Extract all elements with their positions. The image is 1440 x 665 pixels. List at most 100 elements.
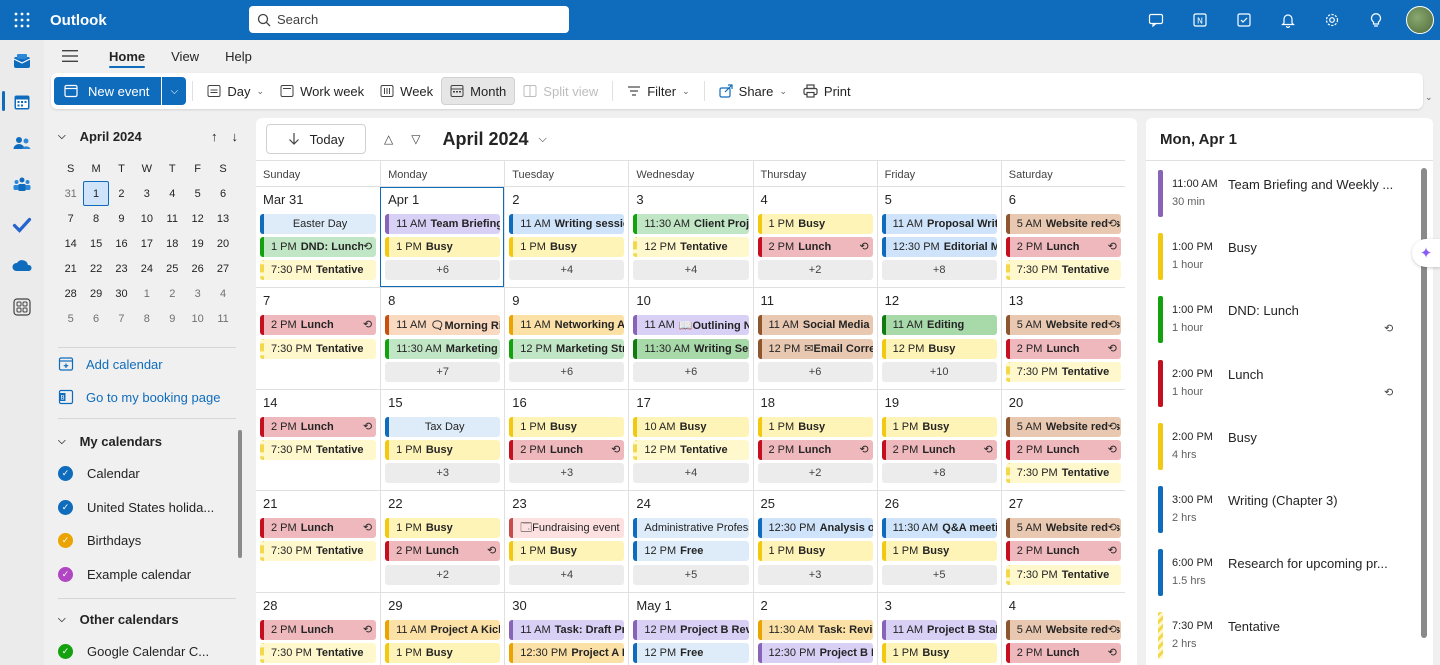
calendar-event[interactable]: 1 PM Busy xyxy=(757,416,873,437)
calendar-event[interactable]: 12:30 PMEditorial Meeting xyxy=(881,237,997,258)
more-events-button[interactable]: +5 xyxy=(633,564,749,585)
day-cell[interactable]: Mar 31 Easter Day 1 PM DND: Lunch ⟲ 7:30 PM Te… xyxy=(256,187,380,287)
mini-calendar-day[interactable]: 16 xyxy=(109,231,134,256)
calendar-event[interactable]: 1 PM DND: Lunch ⟲ xyxy=(260,237,377,258)
calendar-event[interactable]: Easter Day xyxy=(260,214,377,234)
day-cell[interactable]: 72 PM Lunch ⟲ 7:30 PM Tentative xyxy=(256,288,380,388)
checkbox-checked-icon[interactable]: ✓ xyxy=(58,566,73,582)
day-cell[interactable]: 12 11 AM Editing 12 PM Busy +10 xyxy=(876,288,1001,389)
other-calendars-header[interactable]: ⌵ Other calendars xyxy=(58,612,179,627)
calendar-event[interactable]: 🗔Fundraising event xyxy=(509,518,625,539)
calendar-event[interactable]: 1 PM Busy xyxy=(385,439,501,460)
day-view-button[interactable]: Day ⌄ xyxy=(199,77,272,105)
agenda-item[interactable]: 11:00 AM 30 min Team Briefing and Weekly .… xyxy=(1158,170,1413,218)
day-cell[interactable]: 25 12:30 PM Analysis of 1 PM Busy +3 xyxy=(752,491,877,592)
calendar-event[interactable]: 11 AM Team Briefing xyxy=(385,214,501,234)
mini-calendar-title[interactable]: April 2024 xyxy=(80,129,142,144)
day-cell[interactable]: 311 AM Project B Stakeholders 1 PMBusy xyxy=(876,592,1001,665)
mini-calendar-day[interactable]: 14 xyxy=(58,231,83,256)
calendar-event[interactable]: 7:30 PM Tentative xyxy=(1005,564,1121,585)
calendar-event[interactable]: 1 PM Busy xyxy=(385,642,501,663)
split-view-button[interactable]: Split view xyxy=(515,77,606,105)
calendar-event[interactable]: 2 PM Lunch ⟲ xyxy=(1005,338,1121,359)
app-name[interactable]: Outlook xyxy=(50,12,248,29)
day-cell[interactable]: 22 1 PM Busy 2 PM Lunch ⟲ +2 xyxy=(380,491,504,592)
mini-calendar-day[interactable]: 10 xyxy=(134,206,159,231)
more-events-button[interactable]: +5 xyxy=(881,564,997,585)
calendar-event[interactable]: 1 PM Busy xyxy=(881,541,997,562)
calendar-event[interactable]: 1 PM Busy xyxy=(509,541,625,562)
tab-home[interactable]: Home xyxy=(96,40,158,72)
work-week-button[interactable]: Work week xyxy=(272,77,372,105)
mini-calendar-day[interactable]: 8 xyxy=(134,306,159,331)
more-events-button[interactable]: +6 xyxy=(385,260,501,281)
calendar-event[interactable]: 2 PM Lunch ⟲ xyxy=(260,315,377,336)
mini-calendar-day[interactable]: 17 xyxy=(134,231,159,256)
day-cell[interactable]: 2911 AMProject A Kickoff1 PMBusy xyxy=(380,592,504,665)
calendar-event[interactable]: 11 AM🗨Morning Ritual xyxy=(385,315,501,336)
calendar-event[interactable]: 11 AMTask: Draft Proposal xyxy=(509,619,625,640)
share-button[interactable]: Share ⌄ xyxy=(711,77,795,105)
more-events-button[interactable]: +4 xyxy=(633,260,749,281)
agenda-item[interactable]: 2:00 PM 1 hour Lunch ⟲ xyxy=(1158,359,1413,408)
mini-calendar-day[interactable]: 11 xyxy=(160,206,185,231)
calendar-event[interactable]: 5 AMWebsite redesign⟲ xyxy=(1005,619,1121,640)
calendar-event[interactable]: 7:30 PM Tentative xyxy=(260,541,377,562)
calendar-event[interactable]: 10 AM Busy xyxy=(633,416,749,437)
calendar-event[interactable]: 12 PM Free xyxy=(633,642,749,663)
agenda-item[interactable]: 1:00 PM 1 hour DND: Lunch ⟲ xyxy=(1158,296,1413,344)
mini-calendar-day[interactable]: 20 xyxy=(210,231,235,256)
calendar-event[interactable]: 11 AM Networking A xyxy=(509,315,625,336)
gear-icon[interactable] xyxy=(1310,0,1354,40)
mini-calendar-day[interactable]: 9 xyxy=(160,306,185,331)
calendar-event[interactable]: 2 PM Lunch ⟲ xyxy=(1005,237,1121,258)
day-cell[interactable]: 211:30 AMTask: Review12:30 PMProject B L… xyxy=(752,592,877,665)
calendar-item[interactable]: ✓ Google Calendar C... xyxy=(58,644,209,659)
day-cell[interactable]: 1011 AM📖Outlining N11:30 AMWriting Sessi… xyxy=(628,288,752,389)
calendar-event[interactable]: 11 AMWriting session xyxy=(509,214,625,234)
calendar-event[interactable]: 12 PM✉Email Correspondence xyxy=(757,338,873,359)
mini-calendar-day[interactable]: 5 xyxy=(58,306,83,331)
calendar-event[interactable]: 12 PM Busy xyxy=(881,338,997,359)
calendar-event[interactable]: 12:30 PM Analysis of xyxy=(757,518,873,539)
calendar-event[interactable]: 5 AMWebsite redesign⟲ xyxy=(1005,214,1121,234)
calendar-event[interactable]: 7:30 PM Tentative xyxy=(260,642,377,663)
day-cell[interactable]: 511 AM Proposal Writing 12:30 PMEditorial … xyxy=(876,187,1001,288)
calendar-event[interactable]: 1 PM Busy xyxy=(385,237,501,258)
mini-calendar-day[interactable]: 13 xyxy=(210,206,235,231)
teams-chat-icon[interactable] xyxy=(1134,0,1178,40)
calendar-event[interactable]: 12 PMProject B Review xyxy=(633,619,749,640)
day-cell[interactable]: 311:30 AMClient Project12 PMTentative+4 xyxy=(628,187,752,288)
day-cell[interactable]: 911 AMNetworking A12 PMMarketing Strateg… xyxy=(504,288,628,389)
onenote-icon[interactable]: N xyxy=(1178,0,1222,40)
agenda-item[interactable]: 6:00 PM 1.5 hrs Research for upcoming pr..… xyxy=(1158,549,1413,597)
agenda-item[interactable]: 7:30 PM 2 hrs Tentative xyxy=(1158,612,1413,660)
calendar-event[interactable]: 5 AMWebsite redesign⟲ xyxy=(1005,518,1121,539)
checkbox-checked-icon[interactable]: ✓ xyxy=(58,644,73,659)
mini-calendar-day[interactable]: 11 xyxy=(210,306,235,331)
day-cell[interactable]: May 112 PMProject B Review12 PMFree xyxy=(628,592,752,665)
mini-calendar-day[interactable]: 22 xyxy=(83,256,108,281)
mini-calendar-day[interactable]: 25 xyxy=(160,256,185,281)
mini-calendar-day[interactable]: 4 xyxy=(210,281,235,306)
calendar-event[interactable]: 1 PM Busy xyxy=(757,541,873,562)
calendar-event[interactable]: Tax Day xyxy=(385,416,501,437)
mini-calendar-day[interactable]: 4 xyxy=(160,181,185,206)
day-cell[interactable]: 13 5 AMWebsite redesign⟲ 2 PMLunch ⟲ 7:30 PM… xyxy=(1000,288,1125,389)
calendar-event[interactable]: 7:30 PM Tentative xyxy=(260,260,377,281)
bell-icon[interactable] xyxy=(1266,0,1310,40)
more-events-button[interactable]: +4 xyxy=(509,260,625,281)
people-icon[interactable] xyxy=(0,122,44,163)
calendar-event[interactable]: 11:30 AMTask: Review xyxy=(757,619,873,640)
day-cell[interactable]: 811 AM🗨Morning Ritual11:30 AMMarketing S… xyxy=(380,288,504,389)
mini-calendar-day[interactable]: 21 xyxy=(58,256,83,281)
agenda-item[interactable]: 1:00 PM 1 hour Busy xyxy=(1158,233,1413,281)
mini-calendar-day[interactable]: 28 xyxy=(58,281,83,306)
mini-calendar-day[interactable]: 12 xyxy=(185,206,210,231)
print-button[interactable]: Print xyxy=(795,77,859,105)
mini-calendar-day[interactable]: 6 xyxy=(210,181,235,206)
mini-calendar-day[interactable]: 3 xyxy=(134,181,159,206)
agenda-item[interactable]: 3:00 PM 2 hrs Writing (Chapter 3) xyxy=(1158,486,1413,534)
calendar-item[interactable]: ✓ Calendar xyxy=(58,466,140,481)
day-cell[interactable]: 28 2 PM Lunch ⟲ 7:30 PM Tentative xyxy=(256,593,380,665)
